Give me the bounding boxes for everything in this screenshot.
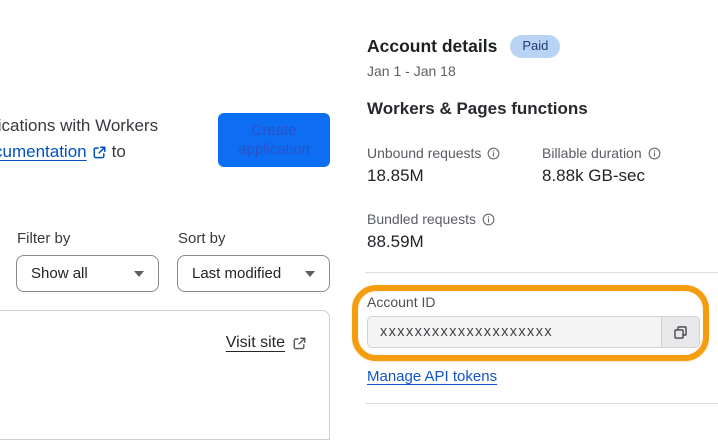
intro-text: lications with Workers cumentation to <box>0 113 158 165</box>
filter-dropdown-value: Show all <box>31 265 88 282</box>
account-id-value[interactable]: xxxxxxxxxxxxxxxxxxxx <box>368 317 661 347</box>
info-icon[interactable] <box>487 147 500 160</box>
filter-dropdown[interactable]: Show all <box>16 255 159 292</box>
intro-suffix: to <box>111 142 126 161</box>
metric-value: 18.85M <box>367 166 424 185</box>
sort-dropdown-value: Last modified <box>192 265 282 282</box>
metric-value: 88.59M <box>367 232 424 251</box>
chevron-down-icon <box>134 270 144 277</box>
chevron-down-icon <box>305 270 315 277</box>
intro-line-1: lications with Workers <box>0 116 159 135</box>
manage-api-tokens-link[interactable]: Manage API tokens <box>367 368 497 385</box>
metric-label: Bundled requests <box>367 211 495 227</box>
visit-site-row: Visit site <box>226 334 307 352</box>
metric-label-text: Bundled requests <box>367 211 476 227</box>
metric-label-text: Billable duration <box>542 145 642 161</box>
metric-billable-duration: Billable duration 8.88k GB-sec <box>542 145 661 186</box>
external-link-icon <box>292 336 307 351</box>
account-id-field: xxxxxxxxxxxxxxxxxxxx <box>367 316 700 348</box>
account-details-header: Account details Paid <box>367 35 561 58</box>
external-link-icon <box>92 145 107 160</box>
create-application-button[interactable]: Create application <box>218 113 330 167</box>
date-range: Jan 1 - Jan 18 <box>367 63 456 79</box>
divider <box>365 272 718 273</box>
intro-line-2: cumentation to <box>0 139 158 165</box>
sort-by-label: Sort by <box>178 230 226 247</box>
copy-icon <box>672 324 689 341</box>
plan-badge: Paid <box>510 35 561 58</box>
visit-site-link[interactable]: Visit site <box>226 334 285 352</box>
account-id-label: Account ID <box>367 294 436 310</box>
section-title: Workers & Pages functions <box>367 99 588 118</box>
info-icon[interactable] <box>482 213 495 226</box>
metric-unbound-requests: Unbound requests 18.85M <box>367 145 500 186</box>
info-icon[interactable] <box>648 147 661 160</box>
metric-value: 8.88k GB-sec <box>542 166 645 185</box>
divider <box>365 403 718 404</box>
project-card: Visit site <box>0 310 330 440</box>
metric-label-text: Unbound requests <box>367 145 482 161</box>
documentation-link[interactable]: cumentation <box>0 139 87 165</box>
metric-label: Billable duration <box>542 145 661 161</box>
copy-button[interactable] <box>661 317 699 347</box>
page-title: Account details <box>367 36 498 56</box>
filter-by-label: Filter by <box>17 230 71 247</box>
sort-dropdown[interactable]: Last modified <box>177 255 330 292</box>
metric-bundled-requests: Bundled requests 88.59M <box>367 211 495 252</box>
metric-label: Unbound requests <box>367 145 500 161</box>
